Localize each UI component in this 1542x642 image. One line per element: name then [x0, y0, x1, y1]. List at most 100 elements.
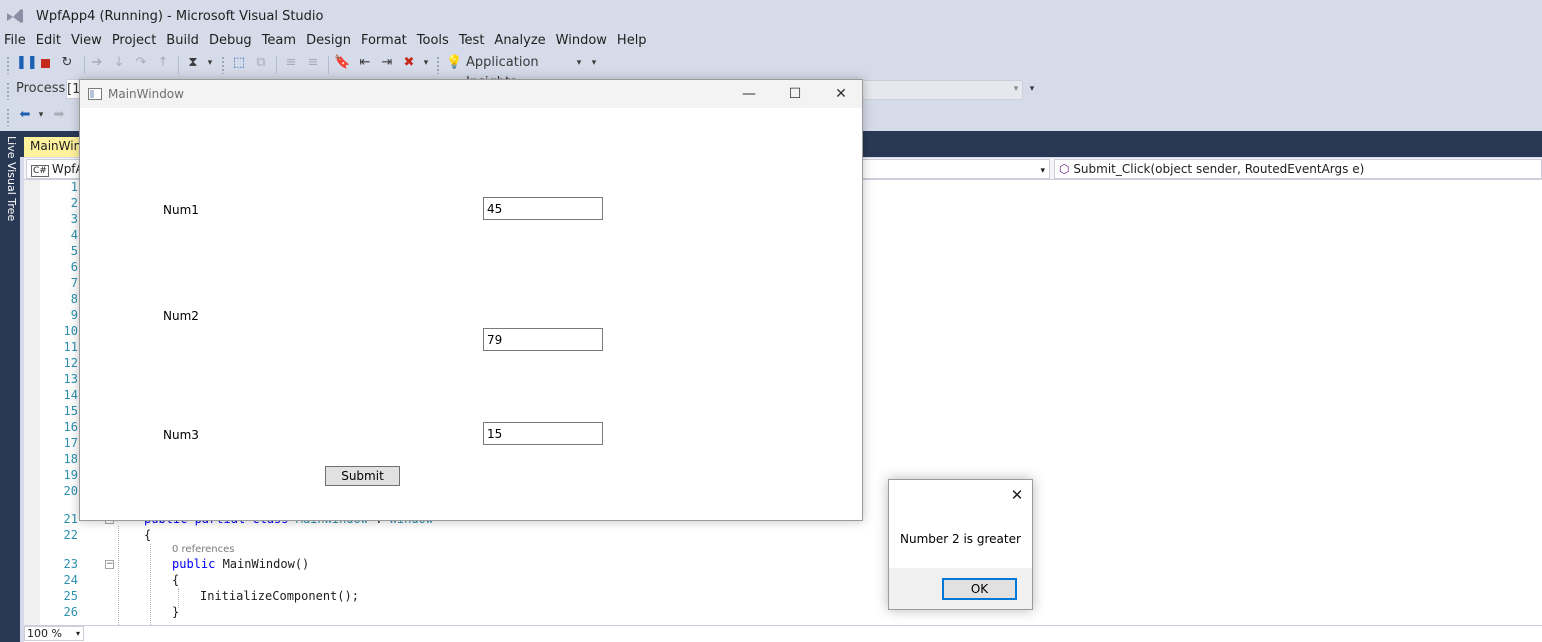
next-bookmark-icon[interactable]: ⇥	[378, 53, 396, 73]
menu-test[interactable]: Test	[455, 32, 491, 50]
toolbar-grip[interactable]	[6, 56, 10, 74]
toolbar-separator	[178, 56, 179, 74]
line-number: 16	[63, 420, 78, 434]
stop-icon[interactable]	[38, 53, 52, 73]
editor-gutter	[24, 180, 40, 625]
menu-edit[interactable]: Edit	[32, 32, 67, 50]
line-number: 11	[63, 340, 78, 354]
indent-guide	[118, 526, 119, 625]
code-text: MainWindow()	[215, 557, 310, 571]
debug-toolbar: ❚❚ ↻ ➔ ↓ ↷ ↑ ⧗ ▾ ⬚ ⧉ ≡ ≡ 🔖 ⇤ ⇥ ✖ ▾ 💡 App…	[0, 53, 1542, 90]
line-number: 20	[63, 484, 78, 498]
type-combo[interactable]: ▾	[862, 159, 1050, 179]
show-next-statement-icon[interactable]: ➔	[89, 53, 105, 73]
indent-icon[interactable]: ≡	[304, 53, 322, 73]
menu-view[interactable]: View	[67, 32, 108, 50]
ok-button[interactable]: OK	[942, 578, 1017, 600]
toolbar-grip[interactable]	[221, 56, 225, 74]
outdent-icon[interactable]: ≡	[282, 53, 300, 73]
num3-input[interactable]	[483, 422, 603, 445]
line-number: 1	[70, 180, 78, 194]
editor-horizontal-scrollbar[interactable]	[24, 625, 1542, 642]
line-number: 7	[70, 276, 78, 290]
line-number: 4	[70, 228, 78, 242]
process-combo[interactable]: [1	[66, 79, 80, 99]
step-into-icon[interactable]: ↓	[111, 53, 127, 73]
lightbulb-icon: 💡	[446, 55, 463, 70]
process-label: Process:	[16, 81, 70, 96]
toolbar-grip[interactable]	[6, 108, 10, 126]
chevron-down-icon[interactable]: ▾	[1010, 79, 1022, 99]
chevron-down-icon[interactable]: ▾	[421, 53, 431, 73]
message-box-close-button[interactable]: ✕	[1003, 482, 1031, 508]
menu-team[interactable]: Team	[258, 32, 302, 50]
stack-frame-combo[interactable]	[860, 80, 1023, 100]
menu-debug[interactable]: Debug	[205, 32, 258, 50]
navigate-forward-icon[interactable]: ➡	[50, 105, 68, 125]
display-adorners-icon[interactable]: ⧉	[252, 53, 270, 73]
bookmark-icon[interactable]: 🔖	[334, 53, 350, 73]
code-line-22: {	[144, 528, 152, 542]
hot-reload-icon[interactable]: ⧗	[184, 53, 202, 73]
menu-project[interactable]: Project	[108, 32, 162, 50]
toolbar-grip[interactable]	[6, 82, 10, 100]
line-number: 23	[63, 557, 78, 571]
line-number: 22	[63, 528, 78, 542]
menu-help[interactable]: Help	[613, 32, 653, 50]
previous-bookmark-icon[interactable]: ⇤	[356, 53, 374, 73]
main-window-title-bar[interactable]: MainWindow — ☐ ✕	[80, 80, 862, 108]
step-out-icon[interactable]: ↑	[155, 53, 171, 73]
main-window: MainWindow — ☐ ✕ Num1 Num2 Num3 Submit	[79, 79, 863, 521]
message-box-text: Number 2 is greater	[900, 532, 1021, 546]
line-number: 14	[63, 388, 78, 402]
num2-input[interactable]	[483, 328, 603, 351]
code-line-23: public MainWindow()	[172, 556, 309, 572]
submit-button[interactable]: Submit	[325, 466, 400, 486]
restart-icon[interactable]: ↻	[58, 53, 76, 73]
chevron-down-icon[interactable]: ▾	[574, 53, 584, 73]
member-combo[interactable]: ⬡ Submit_Click(object sender, RoutedEven…	[1054, 159, 1542, 179]
select-element-icon[interactable]: ⬚	[230, 53, 248, 73]
pause-icon[interactable]: ❚❚	[16, 53, 38, 73]
menu-build[interactable]: Build	[162, 32, 205, 50]
menu-design[interactable]: Design	[302, 32, 357, 50]
line-number: 6	[70, 260, 78, 274]
code-line-26: }	[172, 605, 180, 619]
maximize-button[interactable]: ☐	[772, 80, 818, 108]
menu-window[interactable]: Window	[552, 32, 613, 50]
line-number: 18	[63, 452, 78, 466]
menu-bar: File Edit View Project Build Debug Team …	[0, 32, 1542, 52]
code-line-24: {	[172, 573, 180, 587]
toolbar-separator	[84, 56, 85, 74]
clear-bookmarks-icon[interactable]: ✖	[400, 53, 418, 73]
toolbar-overflow-icon[interactable]: ▾	[1027, 79, 1037, 99]
project-combo[interactable]: C#WpfAp	[26, 159, 86, 179]
menu-analyze[interactable]: Analyze	[490, 32, 551, 50]
zoom-combo[interactable]: 100 % ▾	[24, 626, 84, 641]
application-insights-button[interactable]: Application Insights	[466, 53, 578, 90]
close-button[interactable]: ✕	[818, 80, 864, 108]
toolbar-overflow-icon[interactable]: ▾	[589, 53, 599, 73]
codelens-references[interactable]: 0 references	[172, 544, 235, 555]
line-number: 25	[63, 589, 78, 603]
navigate-back-icon[interactable]: ⬅	[16, 105, 34, 125]
member-combo-text: Submit_Click(object sender, RoutedEventA…	[1073, 162, 1365, 176]
menu-tools[interactable]: Tools	[413, 32, 455, 50]
window-icon	[88, 88, 102, 100]
menu-format[interactable]: Format	[357, 32, 413, 50]
toolbar-grip[interactable]	[436, 56, 440, 74]
line-number: 17	[63, 436, 78, 450]
collapse-toggle[interactable]: −	[105, 560, 114, 569]
line-number: 13	[63, 372, 78, 386]
chevron-down-icon[interactable]: ▾	[36, 105, 46, 125]
minimize-button[interactable]: —	[726, 80, 772, 108]
menu-file[interactable]: File	[0, 32, 32, 50]
step-over-icon[interactable]: ↷	[133, 53, 149, 73]
chevron-down-icon[interactable]: ▾	[205, 53, 215, 73]
line-number: 12	[63, 356, 78, 370]
line-number: 19	[63, 468, 78, 482]
csharp-icon: C#	[31, 165, 49, 177]
chevron-down-icon: ▾	[1040, 166, 1045, 176]
num1-input[interactable]	[483, 197, 603, 220]
line-number: 8	[70, 292, 78, 306]
